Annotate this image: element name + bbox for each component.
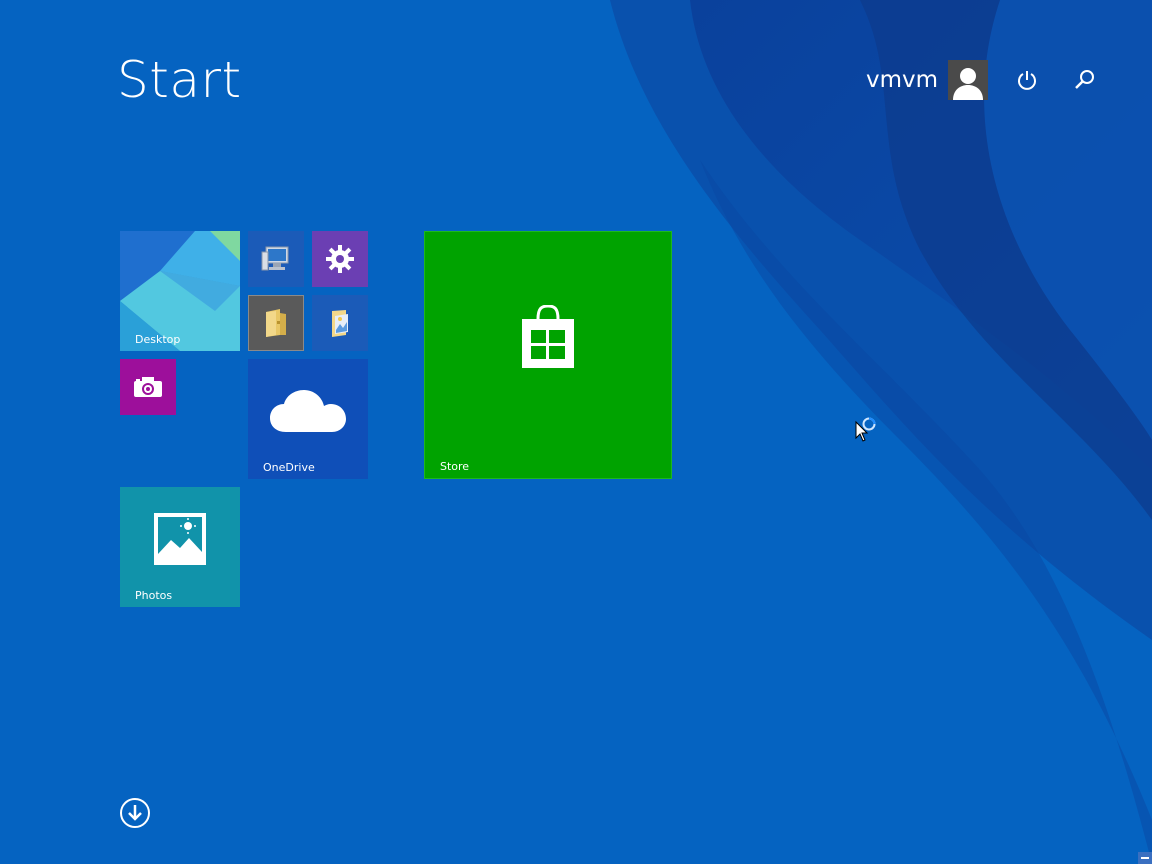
shopping-bag-icon <box>522 305 574 368</box>
down-arrow-circle-icon <box>120 798 150 828</box>
tile-store[interactable]: Store <box>424 231 672 479</box>
tile-label: Photos <box>135 589 173 602</box>
camera-icon <box>134 377 162 397</box>
power-icon <box>1018 71 1036 90</box>
power-button[interactable] <box>1013 66 1041 94</box>
user-silhouette-icon <box>948 60 989 100</box>
tile-settings[interactable] <box>312 231 368 287</box>
tile-photos[interactable]: Photos <box>120 487 240 607</box>
busy-cursor-icon <box>855 417 876 442</box>
cloud-icon <box>270 390 346 432</box>
photo-icon <box>154 513 206 565</box>
user-account-button[interactable]: vmvm <box>866 60 989 100</box>
search-button[interactable] <box>1071 66 1099 94</box>
computer-icon <box>261 246 289 271</box>
folder-icon <box>266 309 286 337</box>
search-icon <box>1075 70 1094 89</box>
tile-this-pc[interactable] <box>248 231 304 287</box>
tile-desktop[interactable]: Desktop <box>120 231 240 351</box>
tile-label: Desktop <box>135 333 181 346</box>
page-title: Start <box>117 51 242 109</box>
tile-file-explorer-gray[interactable] <box>248 295 304 351</box>
tile-label: OneDrive <box>263 461 315 474</box>
tile-file-explorer-blue[interactable] <box>312 295 368 351</box>
tile-camera[interactable] <box>120 359 176 415</box>
gear-icon <box>326 245 354 273</box>
tile-label: Store <box>440 460 470 473</box>
folder-pictures-icon <box>332 310 348 337</box>
tile-onedrive[interactable]: OneDrive <box>248 359 368 479</box>
corner-indicator <box>1138 852 1152 864</box>
all-apps-button[interactable] <box>119 797 151 829</box>
user-name: vmvm <box>866 67 939 93</box>
